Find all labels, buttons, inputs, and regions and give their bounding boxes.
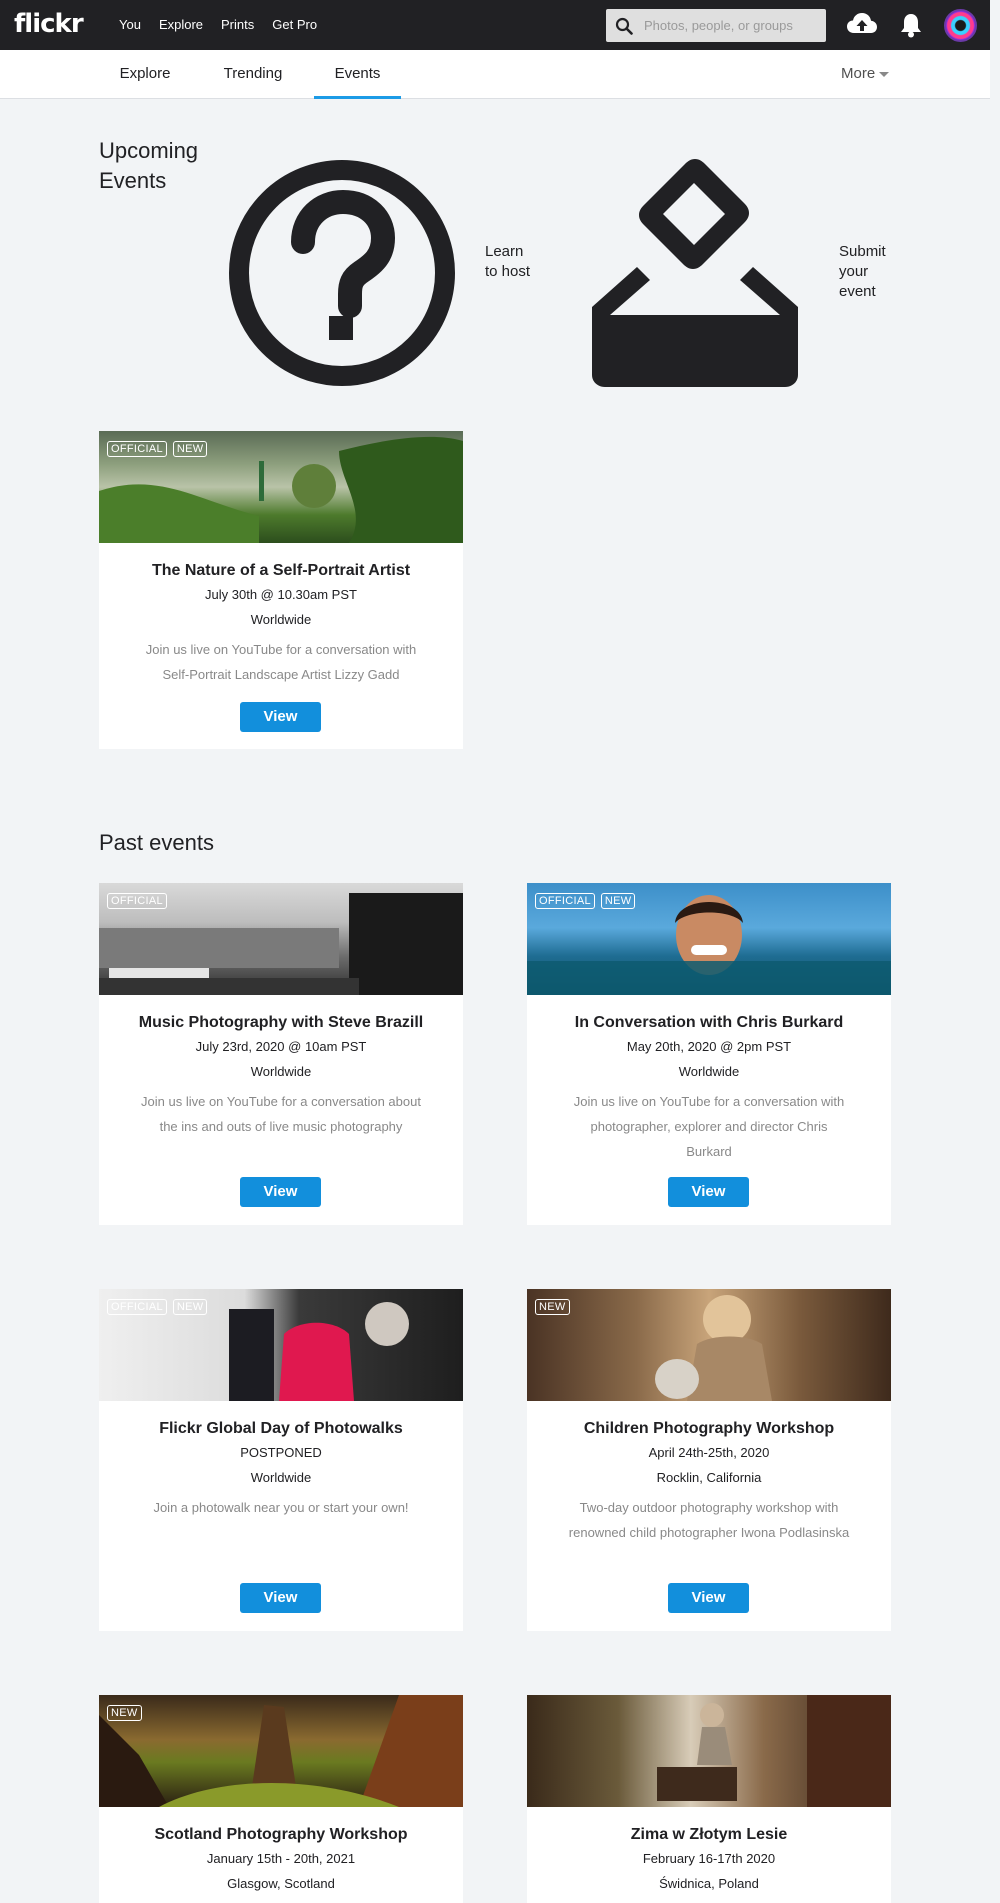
- event-date: July 23rd, 2020 @ 10am PST: [195, 1039, 367, 1054]
- view-button[interactable]: View: [668, 1177, 749, 1207]
- event-date: July 30th @ 10.30am PST: [205, 587, 357, 602]
- top-bar: flickr You Explore Prints Get Pro: [0, 0, 990, 50]
- nav-prints-link[interactable]: Prints: [212, 0, 263, 50]
- event-thumbnail[interactable]: NEW: [99, 1695, 463, 1807]
- flickr-logo[interactable]: flickr: [14, 8, 84, 40]
- caret-down-icon: [879, 71, 890, 77]
- event-date: May 20th, 2020 @ 2pm PST: [626, 1039, 792, 1054]
- event-title[interactable]: Flickr Global Day of Photowalks: [99, 1418, 463, 1440]
- event-thumbnail[interactable]: OFFICIAL NEW: [527, 883, 891, 995]
- more-label: More: [841, 65, 876, 82]
- submit-event-link[interactable]: Submit your event: [839, 242, 909, 302]
- view-button[interactable]: View: [668, 1583, 749, 1613]
- upcoming-events-title: Upcoming Events: [99, 138, 199, 193]
- event-location: Rocklin, California: [656, 1470, 762, 1485]
- event-title[interactable]: Children Photography Workshop: [527, 1418, 891, 1440]
- event-title[interactable]: Zima w Złotym Lesie: [527, 1824, 891, 1846]
- event-location: Świdnica, Poland: [659, 1876, 759, 1891]
- view-button[interactable]: View: [240, 1583, 321, 1613]
- top-nav: You Explore Prints Get Pro: [110, 0, 326, 50]
- badge-new: NEW: [107, 1705, 142, 1721]
- badge-new: NEW: [172, 441, 208, 457]
- view-button[interactable]: View: [240, 1177, 321, 1207]
- badges: NEW: [535, 1299, 570, 1315]
- past-events-title: Past events: [99, 830, 214, 855]
- question-circle-icon[interactable]: [227, 158, 457, 388]
- event-title[interactable]: Music Photography with Steve Brazill: [99, 1012, 463, 1034]
- badge-official: OFFICIAL: [107, 441, 167, 457]
- event-date: January 15th - 20th, 2021: [206, 1851, 356, 1866]
- badge-new: NEW: [172, 1299, 208, 1315]
- event-card: Zima w Złotym Lesie February 16-17th 202…: [527, 1695, 891, 1903]
- badge-official: OFFICIAL: [107, 893, 167, 909]
- event-card: NEW Scotland Photography Workshop Januar…: [99, 1695, 463, 1903]
- event-location: Worldwide: [250, 612, 312, 627]
- badges: OFFICIAL NEW: [535, 893, 636, 909]
- badges: OFFICIAL NEW: [107, 1299, 208, 1315]
- tab-explore[interactable]: Explore: [107, 50, 183, 99]
- event-card: NEW Children Photography Workshop April …: [527, 1289, 891, 1631]
- badges: OFFICIAL NEW: [107, 441, 208, 457]
- more-menu[interactable]: More: [841, 50, 890, 98]
- sub-nav: Explore Trending Events More: [0, 50, 990, 99]
- event-title[interactable]: Scotland Photography Workshop: [99, 1824, 463, 1846]
- tab-events[interactable]: Events: [314, 50, 401, 99]
- badge-new: NEW: [535, 1299, 570, 1315]
- event-title[interactable]: The Nature of a Self-Portrait Artist: [99, 560, 463, 582]
- submit-ballot-icon[interactable]: [592, 157, 798, 387]
- badges: NEW: [107, 1705, 142, 1721]
- badge-new: NEW: [600, 893, 636, 909]
- badges: OFFICIAL: [107, 893, 167, 909]
- event-location: Worldwide: [678, 1064, 740, 1079]
- event-location: Glasgow, Scotland: [227, 1876, 335, 1891]
- event-date: POSTPONED: [240, 1445, 322, 1460]
- search-box: [606, 9, 826, 42]
- nav-explore-link[interactable]: Explore: [150, 0, 212, 50]
- event-card: OFFICIAL Music Photography with Steve Br…: [99, 883, 463, 1225]
- event-location: Worldwide: [250, 1470, 312, 1485]
- event-card: OFFICIAL NEW The Nature of a Self-Portra…: [99, 431, 463, 749]
- event-thumbnail[interactable]: [527, 1695, 891, 1807]
- view-button[interactable]: View: [240, 702, 321, 732]
- event-location: Worldwide: [250, 1064, 312, 1079]
- learn-to-host-link[interactable]: Learn to host: [485, 242, 535, 282]
- event-title[interactable]: In Conversation with Chris Burkard: [527, 1012, 891, 1034]
- scotland-landscape-photo: [99, 1695, 463, 1807]
- event-thumbnail[interactable]: OFFICIAL: [99, 883, 463, 995]
- search-input[interactable]: [644, 9, 819, 42]
- event-date: April 24th-25th, 2020: [648, 1445, 770, 1460]
- event-description: Two-day outdoor photography workshop wit…: [568, 1500, 850, 1540]
- tab-trending[interactable]: Trending: [212, 50, 294, 99]
- search-icon: [615, 17, 633, 35]
- nav-get-pro-link[interactable]: Get Pro: [263, 0, 326, 50]
- event-description: Join a photowalk near you or start your …: [153, 1500, 409, 1515]
- event-thumbnail[interactable]: OFFICIAL NEW: [99, 1289, 463, 1401]
- event-card: OFFICIAL NEW Flickr Global Day of Photow…: [99, 1289, 463, 1631]
- upload-cloud-icon[interactable]: [846, 11, 878, 37]
- child-photo: [655, 1295, 772, 1401]
- event-date: February 16-17th 2020: [642, 1851, 776, 1866]
- event-description: Join us live on YouTube for a conversati…: [141, 1094, 421, 1134]
- event-description: Join us live on YouTube for a conversati…: [573, 1094, 845, 1159]
- badge-official: OFFICIAL: [535, 893, 595, 909]
- event-thumbnail[interactable]: NEW: [527, 1289, 891, 1401]
- notifications-bell-icon[interactable]: [899, 12, 923, 38]
- badge-official: OFFICIAL: [107, 1299, 167, 1315]
- nav-you-link[interactable]: You: [110, 0, 150, 50]
- user-avatar[interactable]: [944, 9, 977, 42]
- event-description: Join us live on YouTube for a conversati…: [145, 642, 417, 682]
- event-card: OFFICIAL NEW In Conversation with Chris …: [527, 883, 891, 1225]
- child-suitcase-photo: [657, 1695, 891, 1807]
- event-thumbnail[interactable]: OFFICIAL NEW: [99, 431, 463, 543]
